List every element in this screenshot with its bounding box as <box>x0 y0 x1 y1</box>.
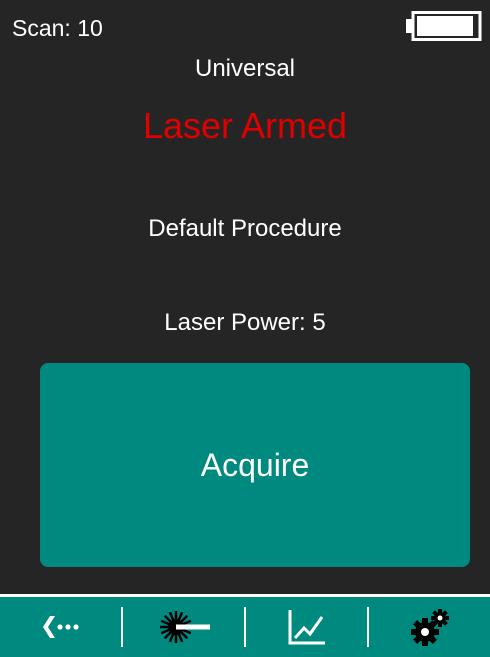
settings-icon <box>410 608 450 646</box>
laser-status: Laser Armed <box>142 105 348 146</box>
laser-icon <box>154 607 214 647</box>
laser-button[interactable] <box>123 597 244 657</box>
scan-count: Scan: 10 <box>12 15 103 41</box>
procedure-label[interactable]: Default Procedure <box>0 214 490 244</box>
bottom-nav <box>0 594 490 657</box>
chart-button[interactable] <box>246 597 367 657</box>
app-screen: Scan: 10 Universal Laser Armed Default P… <box>0 0 490 657</box>
acquire-button[interactable]: Acquire <box>40 363 470 567</box>
settings-button[interactable] <box>369 597 490 657</box>
back-button[interactable] <box>0 597 121 657</box>
chart-icon <box>287 608 327 646</box>
back-icon <box>41 612 81 642</box>
laser-power-label[interactable]: Laser Power: 5 <box>0 308 490 338</box>
mode-label: Universal <box>194 55 296 82</box>
battery-icon <box>406 11 482 41</box>
